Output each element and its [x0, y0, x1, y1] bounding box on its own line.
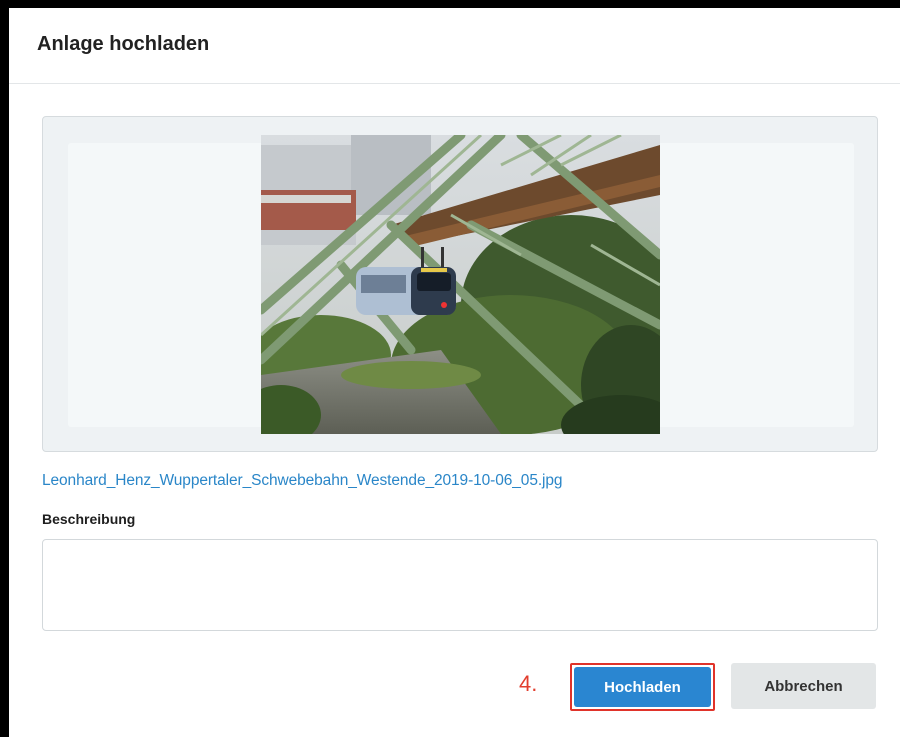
step-number-annotation: 4.: [519, 671, 538, 696]
image-preview-area: [42, 116, 878, 452]
attachment-file-link[interactable]: Leonhard_Henz_Wuppertaler_Schwebebahn_We…: [42, 472, 563, 490]
description-field[interactable]: [42, 539, 878, 631]
dialog-header: Anlage hochladen: [9, 8, 900, 84]
page: Anlage hochladen Leonhard_Henz_Wuppertal…: [0, 0, 900, 737]
preview-image: [261, 135, 660, 434]
description-label: Beschreibung: [42, 511, 136, 527]
dialog-title: Anlage hochladen: [37, 33, 210, 55]
cancel-button[interactable]: Abbrechen: [731, 663, 876, 709]
upload-attachment-dialog: Anlage hochladen Leonhard_Henz_Wuppertal…: [9, 8, 900, 737]
upload-button[interactable]: Hochladen: [574, 667, 711, 707]
